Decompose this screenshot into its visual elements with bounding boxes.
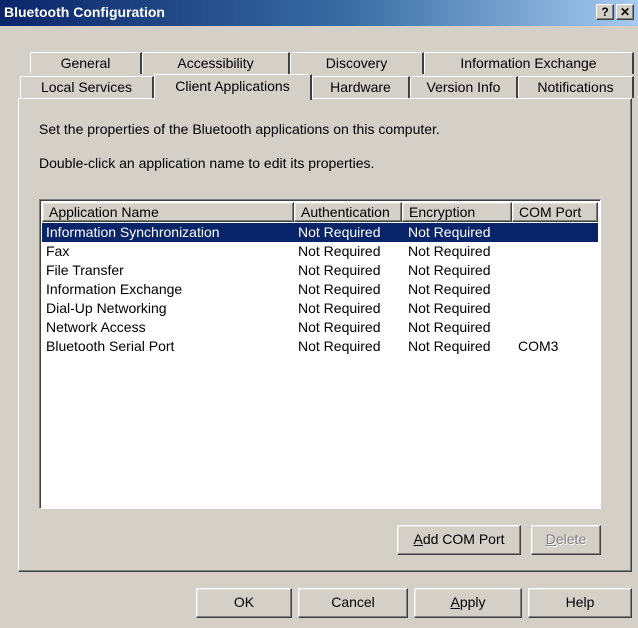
table-row[interactable]: Dial-Up Networking Not Required Not Requ… [42,299,598,318]
delete-button[interactable]: Delete [531,525,601,555]
apply-button[interactable]: Apply [414,588,522,618]
ok-button[interactable]: OK [196,588,292,618]
panel-description: Set the properties of the Bluetooth appl… [39,121,440,137]
column-header-com-port[interactable]: COM Port [512,202,598,222]
tab-local-services[interactable]: Local Services [20,76,154,98]
cell-authentication: Not Required [298,281,381,297]
cell-authentication: Not Required [298,224,381,240]
cell-app-name: Network Access [46,319,146,335]
tab-version-info[interactable]: Version Info [410,76,518,98]
column-header-application-name[interactable]: Application Name [42,202,294,222]
cell-encryption: Not Required [408,281,491,297]
delete-accel: D [545,531,556,547]
cancel-button[interactable]: Cancel [298,588,408,618]
column-header-authentication[interactable]: Authentication [294,202,402,222]
help-button[interactable]: ? [596,4,614,20]
cell-app-name: File Transfer [46,262,124,278]
add-com-port-button[interactable]: Add COM Port [397,525,521,555]
cell-encryption: Not Required [408,300,491,316]
cell-encryption: Not Required [408,338,491,354]
list-header: Application Name Authentication Encrypti… [42,202,598,222]
table-row[interactable]: Information Exchange Not Required Not Re… [42,280,598,299]
table-row[interactable]: Network Access Not Required Not Required [42,318,598,337]
tab-discovery[interactable]: Discovery [290,52,424,74]
panel-instruction: Double-click an application name to edit… [39,155,375,171]
close-button[interactable]: ✕ [616,4,634,20]
cell-encryption: Not Required [408,243,491,259]
cell-app-name: Information Exchange [46,281,183,297]
cell-encryption: Not Required [408,224,491,240]
cell-authentication: Not Required [298,300,381,316]
add-com-port-accel: A [413,531,423,547]
cell-app-name: Bluetooth Serial Port [46,338,175,354]
title-bar[interactable]: Bluetooth Configuration ? ✕ [0,0,638,26]
delete-label: elete [555,531,587,547]
tab-information-exchange[interactable]: Information Exchange [424,52,634,74]
column-header-encryption[interactable]: Encryption [402,202,512,222]
cell-com-port: COM3 [518,338,559,354]
add-com-port-label: dd COM Port [422,531,505,547]
apply-label: pply [459,594,486,610]
cell-encryption: Not Required [408,262,491,278]
cell-app-name: Fax [46,243,70,259]
applications-list[interactable]: Application Name Authentication Encrypti… [39,199,601,509]
window-title: Bluetooth Configuration [4,4,165,20]
cell-authentication: Not Required [298,243,381,259]
tab-client-applications[interactable]: Client Applications [154,74,312,100]
cell-encryption: Not Required [408,319,491,335]
table-row[interactable]: Bluetooth Serial Port Not Required Not R… [42,337,598,356]
tab-notifications[interactable]: Notifications [518,76,634,98]
cell-authentication: Not Required [298,262,381,278]
client-applications-panel: Set the properties of the Bluetooth appl… [18,98,632,572]
table-row[interactable]: File Transfer Not Required Not Required [42,261,598,280]
cell-authentication: Not Required [298,319,381,335]
table-row[interactable]: Information Synchronization Not Required… [42,223,598,242]
cell-authentication: Not Required [298,338,381,354]
tab-hardware[interactable]: Hardware [312,76,410,98]
apply-accel: A [450,594,460,610]
table-row[interactable]: Fax Not Required Not Required [42,242,598,261]
cell-app-name: Dial-Up Networking [46,300,167,316]
tab-general[interactable]: General [30,52,142,74]
tab-accessibility[interactable]: Accessibility [142,52,290,74]
help-dialog-button[interactable]: Help [528,588,632,618]
cell-app-name: Information Synchronization [46,224,220,240]
